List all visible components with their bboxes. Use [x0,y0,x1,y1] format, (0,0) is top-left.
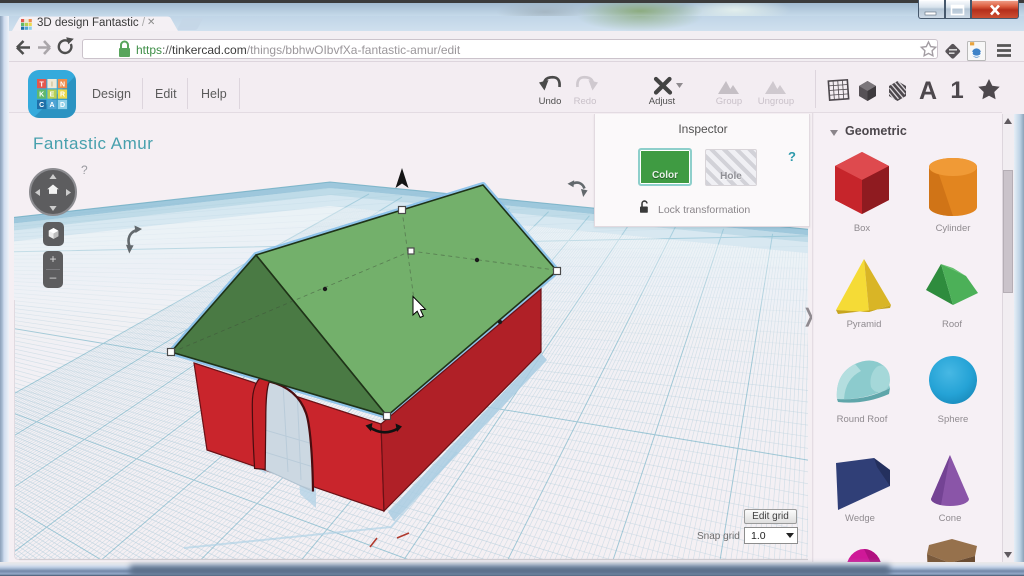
svg-text:I: I [51,81,53,88]
svg-text:E: E [50,92,55,99]
svg-text:K: K [39,92,44,99]
svg-text:A: A [49,102,54,109]
svg-text:D: D [60,102,65,109]
svg-text:N: N [60,81,65,88]
svg-text:C: C [39,102,44,109]
svg-text:T: T [40,81,45,88]
svg-text:R: R [60,92,65,99]
